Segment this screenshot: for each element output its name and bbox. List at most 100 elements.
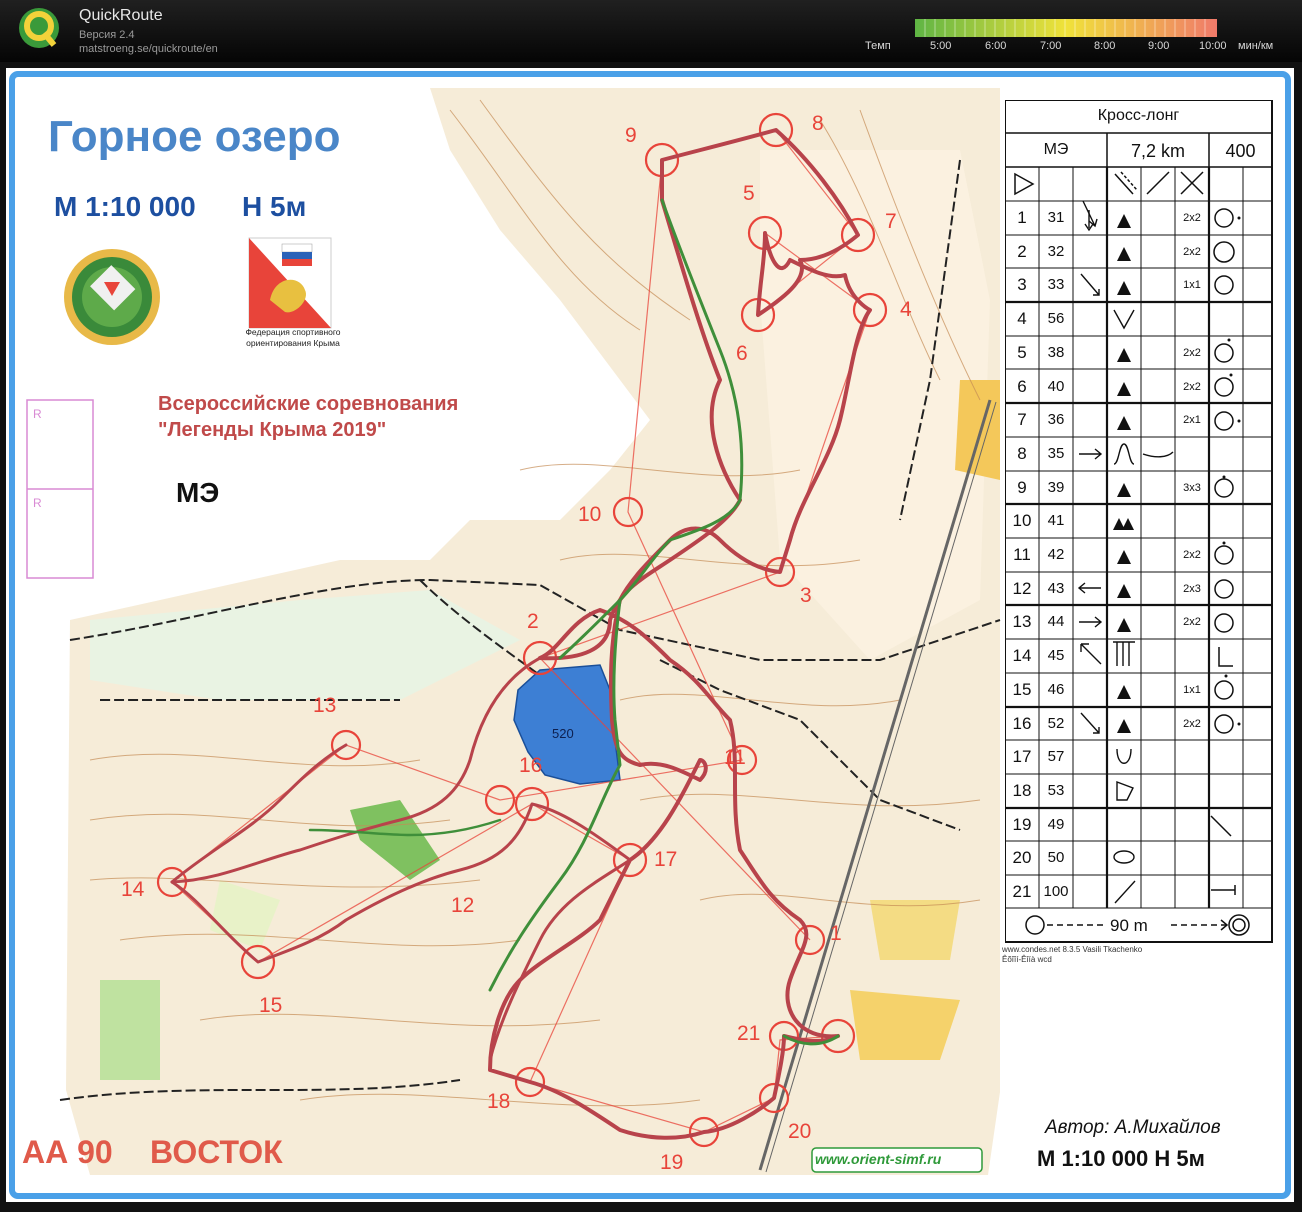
control-size: 1x1 <box>1183 279 1201 291</box>
control-label: 4 <box>900 298 912 321</box>
control-label: 12 <box>451 894 475 917</box>
control-code: 46 <box>1047 681 1065 698</box>
course-climb: 400 <box>1225 141 1256 161</box>
software-credit-2: Êõîîí-Êîíà wcd <box>1002 955 1052 964</box>
control-label: 6 <box>736 342 748 365</box>
course-length: 7,2 km <box>1130 141 1186 161</box>
control-code: 49 <box>1047 816 1065 833</box>
control-label: 19 <box>660 1151 684 1174</box>
control-number: 7 <box>1017 410 1027 429</box>
control-code: 52 <box>1047 715 1065 732</box>
map-contour-interval: Н 5м <box>242 191 307 222</box>
control-code: 43 <box>1047 580 1065 597</box>
control-number: 21 <box>1012 882 1032 901</box>
svg-text:R: R <box>33 496 42 510</box>
class-label: МЭ <box>176 477 220 508</box>
control-size: 2x2 <box>1183 381 1201 393</box>
control-code: 50 <box>1047 849 1065 866</box>
zone-label: АА 90 <box>22 1134 113 1170</box>
control-size: 2x1 <box>1183 414 1201 426</box>
map-title: Горное озеро <box>48 112 341 161</box>
terrain-area <box>100 980 160 1080</box>
control-number: 11 <box>1013 545 1031 564</box>
terrain-area <box>870 900 960 960</box>
control-code: 40 <box>1047 378 1065 395</box>
control-label: 3 <box>800 584 812 607</box>
control-label: 15 <box>259 994 283 1017</box>
control-code: 100 <box>1043 883 1069 900</box>
control-number: 6 <box>1017 377 1027 396</box>
federation-text: Федерация спортивного ориентирования Кры… <box>245 327 341 348</box>
control-size: 2x2 <box>1183 212 1201 224</box>
control-number: 10 <box>1012 511 1032 530</box>
control-label: 10 <box>578 503 602 526</box>
control-number: 14 <box>1012 646 1032 665</box>
control-number: 16 <box>1012 714 1032 733</box>
map-author: Автор: А.Михайлов <box>1045 1117 1221 1138</box>
control-code: 57 <box>1047 748 1065 765</box>
control-label: 9 <box>625 124 637 147</box>
control-size: 2x2 <box>1183 616 1201 628</box>
course-name: Кросс-лонг <box>1097 107 1180 124</box>
control-number: 3 <box>1017 275 1027 294</box>
control-code: 38 <box>1047 344 1065 361</box>
sport-emblem-icon <box>64 249 160 345</box>
control-size: 2x2 <box>1183 718 1201 730</box>
control-label: 17 <box>654 848 678 871</box>
course-class: МЭ <box>1043 141 1069 158</box>
control-number: 13 <box>1012 612 1032 631</box>
control-size: 3x3 <box>1183 482 1201 494</box>
control-label: 20 <box>788 1120 812 1143</box>
control-label: 14 <box>121 878 145 901</box>
control-number: 20 <box>1012 848 1032 867</box>
control-code: 41 <box>1047 512 1065 529</box>
control-label: 5 <box>743 182 755 205</box>
website-link: www.orient-simf.ru <box>815 1151 942 1167</box>
control-number: 9 <box>1017 478 1027 497</box>
control-code: 36 <box>1047 411 1065 428</box>
event-title-line2: "Легенды Крыма 2019" <box>158 419 387 441</box>
control-number: 19 <box>1012 815 1032 834</box>
control-number: 2 <box>1017 242 1027 261</box>
control-size: 2x2 <box>1183 549 1201 561</box>
control-label: 2 <box>527 610 539 633</box>
control-number: 8 <box>1017 444 1027 463</box>
control-code: 31 <box>1047 209 1065 226</box>
control-label: 1 <box>830 922 842 945</box>
direction-label: ВОСТОК <box>150 1134 283 1170</box>
software-credit: www.condes.net 8.3.5 Vasili Tkachenko <box>1002 945 1143 954</box>
control-size: 2x2 <box>1183 246 1201 258</box>
control-number: 4 <box>1017 309 1027 328</box>
control-code: 35 <box>1047 445 1065 462</box>
control-label: 11 <box>724 746 746 769</box>
control-code: 33 <box>1047 276 1065 293</box>
control-size: 1x1 <box>1183 684 1201 696</box>
control-label: 8 <box>812 112 824 135</box>
event-title-line1: Всероссийские соревнования <box>158 393 459 415</box>
control-label: 21 <box>737 1022 761 1045</box>
control-code: 56 <box>1047 310 1065 327</box>
control-number: 15 <box>1012 680 1032 699</box>
control-code: 44 <box>1047 613 1065 630</box>
bottom-scale: М 1:10 000 Н 5м <box>1037 1146 1205 1171</box>
control-code: 45 <box>1047 647 1065 664</box>
control-number: 18 <box>1012 781 1032 800</box>
control-label: 18 <box>487 1090 511 1113</box>
terrain-area <box>850 990 960 1060</box>
control-number: 5 <box>1017 343 1027 362</box>
control-label: 13 <box>313 694 337 717</box>
control-number: 17 <box>1012 747 1032 766</box>
svg-text:R: R <box>33 407 42 421</box>
control-size: 2x2 <box>1183 347 1201 359</box>
map-scale: М 1:10 000 <box>54 191 196 222</box>
control-size: 2x3 <box>1183 583 1201 595</box>
control-code: 39 <box>1047 479 1065 496</box>
lake-elevation-label: 520 <box>552 726 574 741</box>
finish-distance: 90 m <box>1110 916 1148 935</box>
control-code: 32 <box>1047 243 1065 260</box>
control-code: 53 <box>1047 782 1065 799</box>
control-number: 1 <box>1017 208 1027 227</box>
control-label: 16 <box>519 754 543 777</box>
control-number: 12 <box>1012 579 1032 598</box>
control-label: 7 <box>885 210 897 233</box>
